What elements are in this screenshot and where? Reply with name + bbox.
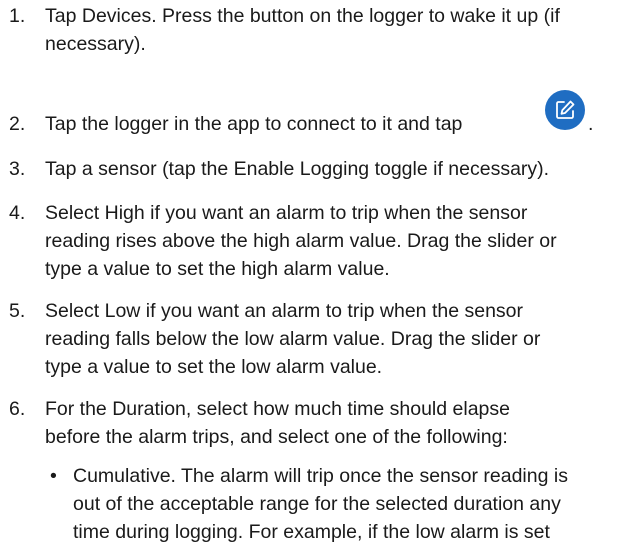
bullet-marker: • <box>50 465 57 487</box>
step-line: Tap a sensor (tap the Enable Logging tog… <box>45 158 550 180</box>
step-line: before the alarm trips, and select one o… <box>45 426 508 448</box>
step-text: Tap the logger in the app to connect to … <box>45 110 625 138</box>
step-text: Tap Devices. Press the button on the log… <box>45 2 625 58</box>
step-line: type a value to set the low alarm value. <box>45 356 383 378</box>
bullet-line: time during logging. For example, if the… <box>73 521 550 543</box>
step-number: 6. <box>9 398 26 420</box>
step-line: reading falls below the low alarm value.… <box>45 328 541 350</box>
step-text: Select High if you want an alarm to trip… <box>45 199 625 283</box>
step-number: 1. <box>9 5 26 27</box>
step-text-before-icon: Tap the logger in the app to connect to … <box>45 113 463 135</box>
step-line: For the Duration, select how much time s… <box>45 398 510 420</box>
step-text: For the Duration, select how much time s… <box>45 395 625 451</box>
step-number: 4. <box>9 202 26 224</box>
edit-pencil-icon <box>545 90 585 130</box>
step-line: reading rises above the high alarm value… <box>45 230 557 252</box>
instruction-document: 1. Tap Devices. Press the button on the … <box>0 0 631 543</box>
step-line: type a value to set the high alarm value… <box>45 258 390 280</box>
step-line: Select Low if you want an alarm to trip … <box>45 300 523 322</box>
bullet-line: out of the acceptable range for the sele… <box>73 493 561 515</box>
step-number: 3. <box>9 158 26 180</box>
step-text: Select Low if you want an alarm to trip … <box>45 297 625 381</box>
step-line: Tap Devices. Press the button on the log… <box>45 5 560 27</box>
step-text-after-icon: . <box>588 113 594 135</box>
step-line: Select High if you want an alarm to trip… <box>45 202 528 224</box>
step-line: necessary). <box>45 33 146 55</box>
bullet-line: Cumulative. The alarm will trip once the… <box>73 465 568 487</box>
step-number: 2. <box>9 113 26 135</box>
bullet-text: Cumulative. The alarm will trip once the… <box>73 462 629 546</box>
step-text: Tap a sensor (tap the Enable Logging tog… <box>45 155 625 183</box>
step-number: 5. <box>9 300 26 322</box>
pencil-glyph-icon <box>556 100 575 119</box>
